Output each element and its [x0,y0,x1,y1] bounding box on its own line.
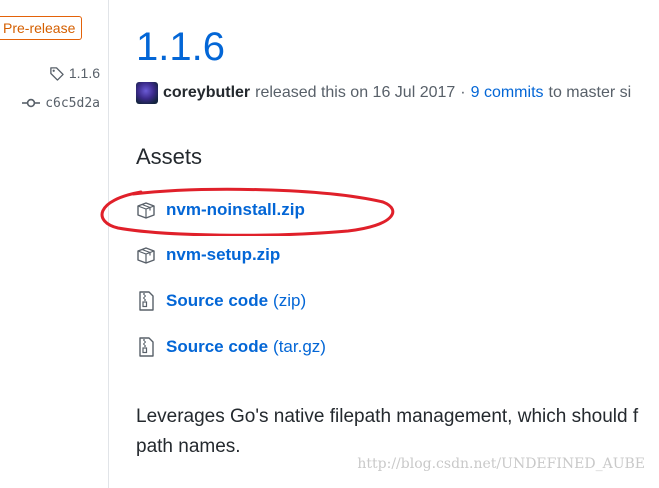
package-icon [137,247,155,264]
red-circle-annotation [100,187,395,236]
asset-name[interactable]: Source code [166,291,268,311]
asset-name[interactable]: Source code [166,337,268,357]
file-zip-icon [139,291,154,311]
author-link[interactable]: coreybutler [163,84,250,102]
asset-item[interactable]: Source code (zip) [136,289,306,313]
assets-heading: Assets [136,144,203,169]
prerelease-badge: Pre-release [0,16,83,40]
release-description: Leverages Go's native filepath managemen… [136,402,659,462]
commit-link[interactable]: c6c5d2a [0,93,100,113]
meta-separator: · [460,84,466,101]
commit-icon [22,98,41,108]
avatar[interactable] [136,82,158,104]
released-text: released this on 16 Jul 2017 [255,84,456,101]
file-zip-icon [139,337,154,357]
asset-item[interactable]: Source code (tar.gz) [136,335,326,359]
release-main: 1.1.6 coreybutler released this on 16 Ju… [136,0,659,488]
release-meta: coreybutler released this on 16 Jul 2017… [136,82,659,104]
asset-name[interactable]: nvm-setup.zip [166,245,280,265]
to-branch-text: to master si [548,84,632,101]
description-line: Leverages Go's native filepath managemen… [136,406,639,427]
tag-icon [50,66,64,81]
tag-label: 1.1.6 [68,65,100,81]
asset-format: (zip) [273,291,307,310]
tag-link[interactable]: 1.1.6 [0,63,100,83]
release-title[interactable]: 1.1.6 [136,24,225,70]
asset-item[interactable]: nvm-setup.zip [136,243,280,267]
release-sidebar: Pre-release 1.1.6 c6c5d2a [0,0,109,488]
commit-sha: c6c5d2a [45,95,100,111]
commits-link[interactable]: 9 commits [471,84,544,102]
asset-format: (tar.gz) [273,337,326,356]
watermark: http://blog.csdn.net/UNDEFINED_AUBE [357,456,645,472]
